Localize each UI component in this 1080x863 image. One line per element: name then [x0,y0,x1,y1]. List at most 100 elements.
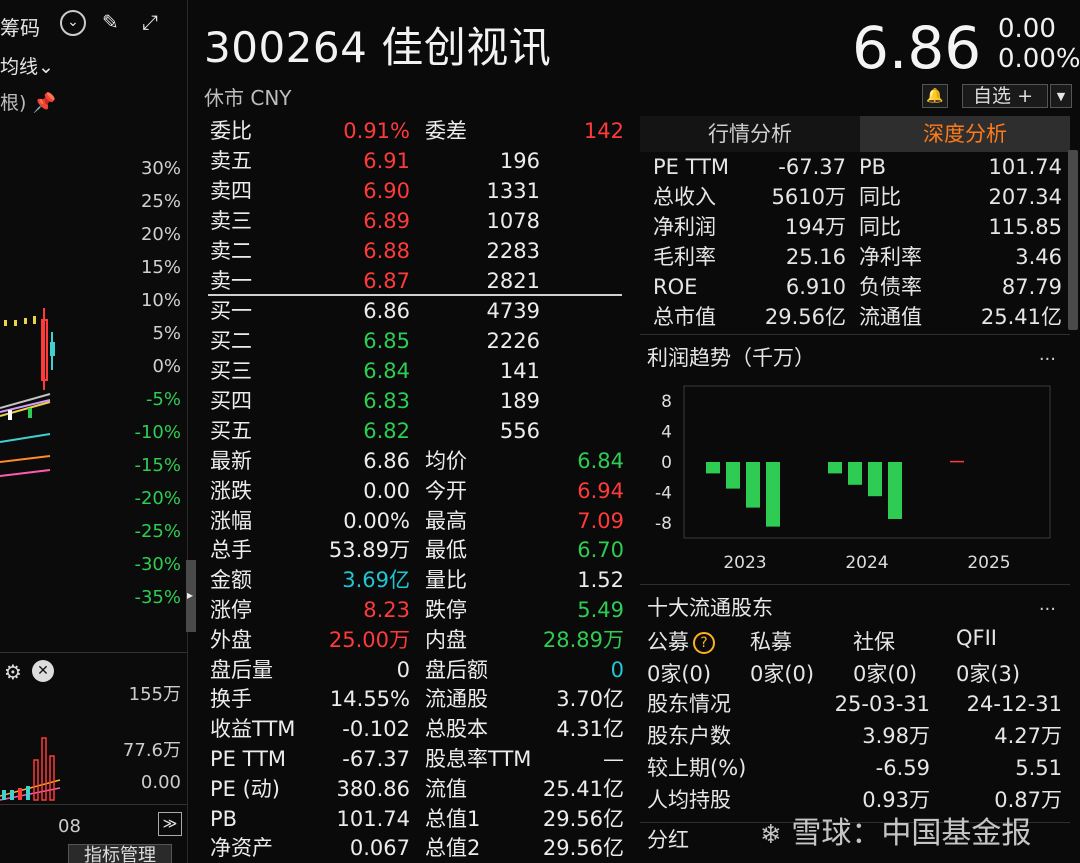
holder-type-count: 0家(3) [956,662,1021,686]
stat-value: 8.23 [363,598,410,622]
scroll-right-button[interactable]: ≫ [158,812,182,836]
bid-level-label: 买二 [210,329,252,353]
quote-row: 盘后量 0 盘后额 0 [198,655,634,685]
more-icon[interactable]: ... [1039,344,1056,365]
stat-label: 内盘 [425,627,467,652]
stat-value: — [603,747,624,771]
y-axis-label: 15% [140,257,181,278]
bell-icon[interactable]: 🔔 [922,84,948,108]
bid-level-label: 买一 [210,299,252,323]
ask-price: 6.88 [363,239,410,263]
y-axis-label: -5% [145,389,181,410]
ask-price: 6.91 [363,149,410,173]
metric-label: 同比 [859,185,901,209]
gear-icon[interactable]: ⚙ [4,660,22,684]
bid-level-label: 买四 [210,389,252,413]
tab-market-analysis[interactable]: 行情分析 [640,116,860,152]
stat-label: 今开 [425,478,467,503]
expand-arrow-icon: ▸ [187,588,194,602]
metric-value: 101.74 [988,155,1062,179]
vol-axis-top: 155万 [128,684,181,705]
order-ratio-label: 委比 [210,119,252,143]
metric-label: 总收入 [653,185,716,209]
watchlist-dropdown[interactable]: ▼ [1050,84,1072,108]
order-ratio-value: 0.91% [343,119,410,143]
fundamental-row: 总收入 5610万 同比 207.34 [640,182,1070,212]
bid-ask-divider [208,294,622,296]
stat-label: 跌停 [425,598,467,622]
quote-row: 涨跌 0.00 今开 6.94 [198,476,634,506]
stat-value: 6.86 [363,449,410,473]
quote-row: 买一 6.86 4739 [198,296,634,326]
stat-label: 涨停 [210,598,252,622]
ma-selector[interactable]: 均线⌄ [0,52,54,79]
metric-value: 3.46 [1015,245,1062,269]
quote-row: 涨幅 0.00% 最高 7.09 [198,506,634,536]
stat-value: 0 [610,657,624,682]
bar-count-label: 根) 📌 [0,92,57,114]
more-icon[interactable]: ... [1039,594,1056,615]
metric-label: 总市值 [653,305,716,329]
stat-value: -0.102 [342,717,410,742]
price-change: 0.00 0.00% [998,14,1080,74]
ask-volume: 196 [499,149,540,173]
stat-value: 101.74 [336,806,410,831]
close-icon[interactable]: ✕ [32,660,54,682]
ask-level-label: 卖五 [210,149,252,173]
help-icon[interactable]: ? [693,632,715,654]
tab-deep-analysis[interactable]: 深度分析 [860,116,1070,152]
quote-row: 买四 6.83 189 [198,386,634,416]
divider [640,584,1070,585]
chip-label[interactable]: 筹码 [0,12,40,41]
profit-bar [848,462,862,485]
y-tick-label: 4 [661,423,672,443]
y-axis-label: -10% [134,422,181,443]
kline-chart-panel[interactable]: 筹码 ⌄ ✎ ⤢ 均线⌄ 根) 📌 30% 25% 20% 15% 10% 5% 0% -5%… [0,0,188,863]
quote-row: 外盘 25.00万 内盘 28.89万 [198,625,634,655]
stat-label: 最高 [425,508,467,533]
stat-value: 0 [396,657,410,682]
triangle-down-icon: ▼ [1056,89,1066,103]
stat-label: 外盘 [210,627,252,652]
top-holders-title: 十大流通股东 [647,596,773,620]
right-scrollbar[interactable] [1068,150,1078,330]
ask-level-label: 卖四 [210,179,252,203]
shareholder-value: 5.51 [1015,756,1062,780]
shareholder-value: 4.27万 [994,724,1062,748]
holder-type-label: 公募? [647,626,715,656]
bid-volume: 189 [499,389,540,413]
quote-row: 卖四 6.90 1331 [198,176,634,206]
quote-row: 金额 3.69亿 量比 1.52 [198,565,634,595]
chevron-down-icon[interactable]: ⌄ [60,10,86,36]
metric-label: PB [859,155,887,179]
ask-price: 6.89 [363,209,410,233]
stat-value: 0.00% [343,508,410,533]
quote-row: PB 101.74 总值1 29.56亿 [198,804,634,834]
quote-row: 卖二 6.88 2283 [198,236,634,266]
stat-label: 盘后额 [425,657,488,682]
quote-row: 最新 6.86 均价 6.84 [198,446,634,476]
stat-label: 流通股 [425,687,488,712]
ask-level-label: 卖三 [210,209,252,233]
pin-icon[interactable]: 📌 [32,92,56,114]
brush-icon[interactable]: ✎ [102,10,119,34]
stat-value: 53.89万 [328,538,410,563]
shareholder-row: 股东情况 25-03-31 24-12-31 [640,688,1070,720]
panel-expand-handle[interactable]: ▸ [186,560,196,632]
holder-type-count: 0家(0) [647,662,712,686]
add-watchlist-button[interactable]: 自选 + [962,84,1048,108]
shareholder-label: 人均持股 [647,788,731,812]
dividend-title: 分红 [647,828,689,852]
ask-volume: 1331 [486,179,540,203]
indicator-manage-button[interactable]: 指标管理 [68,844,172,863]
metric-label: 负债率 [859,275,922,299]
metric-label: 净利润 [653,215,716,239]
divider [640,334,1070,335]
quote-row: PE (动) 380.86 流值 25.41亿 [198,774,634,804]
bid-volume: 2226 [486,329,540,353]
bid-level-label: 买三 [210,359,252,383]
fullscreen-icon[interactable]: ⤢ [142,10,158,34]
stat-value: 29.56亿 [542,806,624,831]
fundamental-row: PE TTM -67.37 PB 101.74 [640,152,1070,182]
y-tick-label: 8 [661,392,672,412]
